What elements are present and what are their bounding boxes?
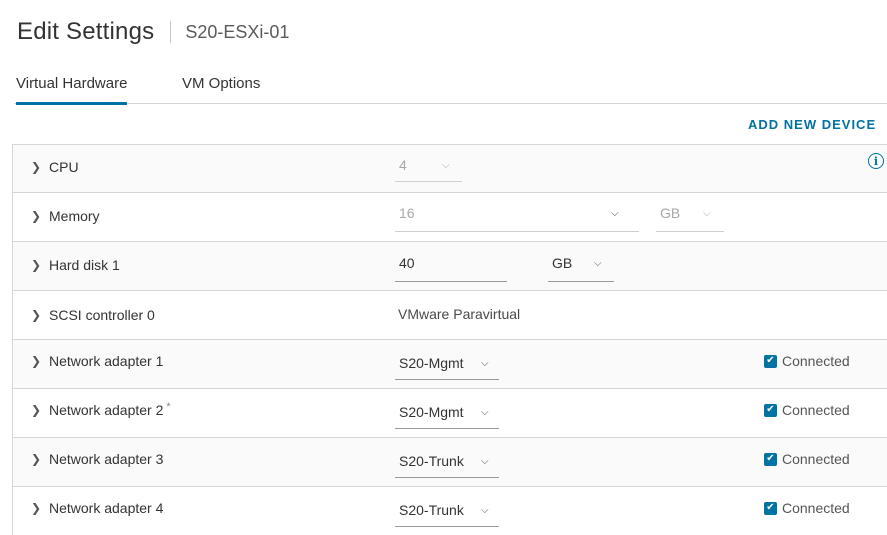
checkbox-checked-icon[interactable]: ✔	[764, 452, 777, 466]
hardware-row-scsi-controller: ❯ SCSI controller 0 VMware Paravirtual	[13, 291, 887, 340]
chevron-down-icon: ⌵	[703, 208, 711, 219]
connected-label: Connected	[782, 451, 850, 467]
checkbox-checked-icon[interactable]: ✔	[764, 403, 777, 417]
cpu-expander[interactable]: ❯ CPU	[31, 159, 79, 175]
chevron-down-icon: ⌵	[611, 208, 619, 219]
hardware-list: ❯ CPU 4 ⌵ ❯ Memory 16 ⌵ GB ⌵ ❯ Hard disk…	[12, 144, 887, 535]
chevron-down-icon: ⌵	[481, 456, 489, 467]
network-adapter-3-network-select[interactable]: S20-Trunk ⌵	[395, 453, 499, 478]
dialog-header: Edit Settings S20-ESXi-01	[17, 14, 289, 50]
chevron-right-icon: ❯	[31, 308, 42, 322]
scsi-controller-type: VMware Paravirtual	[398, 306, 521, 322]
chevron-right-icon: ❯	[31, 209, 42, 223]
network-adapter-2-network-select[interactable]: S20-Mgmt ⌵	[395, 404, 499, 429]
network-adapter-label: Network adapter 1	[49, 353, 164, 369]
modified-marker: *	[166, 401, 171, 413]
hard-disk-unit-value: GB	[552, 255, 573, 271]
memory-unit-value: GB	[660, 205, 681, 221]
cpu-count-select[interactable]: 4 ⌵	[395, 157, 462, 182]
chevron-down-icon: ⌵	[481, 505, 489, 516]
chevron-down-icon: ⌵	[442, 160, 450, 171]
network-adapter-4-network-select[interactable]: S20-Trunk ⌵	[395, 502, 499, 527]
network-adapter-2-expander[interactable]: ❯ Network adapter 2 *	[31, 401, 171, 418]
connected-label: Connected	[782, 500, 850, 516]
network-adapter-1-network-select[interactable]: S20-Mgmt ⌵	[395, 355, 499, 380]
hardware-row-network-adapter-3: ❯ Network adapter 3 S20-Trunk ⌵ ✔ Connec…	[13, 438, 887, 487]
network-adapter-label: Network adapter 2	[49, 402, 164, 418]
chevron-down-icon: ⌵	[481, 358, 489, 369]
hardware-row-cpu: ❯ CPU 4 ⌵	[13, 145, 887, 193]
vm-name: S20-ESXi-01	[185, 21, 290, 42]
scsi-controller-expander[interactable]: ❯ SCSI controller 0	[31, 307, 155, 323]
hard-disk-expander[interactable]: ❯ Hard disk 1	[31, 257, 120, 273]
chevron-right-icon: ❯	[31, 258, 42, 272]
cpu-count-value: 4	[399, 157, 407, 173]
chevron-right-icon: ❯	[31, 403, 42, 417]
hard-disk-size-input[interactable]: 40	[395, 255, 507, 282]
hardware-row-network-adapter-4: ❯ Network adapter 4 S20-Trunk ⌵ ✔ Connec…	[13, 487, 887, 535]
network-adapter-3-connected[interactable]: ✔ Connected	[764, 451, 850, 467]
chevron-right-icon: ❯	[31, 354, 42, 368]
memory-unit-select[interactable]: GB ⌵	[656, 205, 724, 232]
scsi-controller-label: SCSI controller 0	[49, 307, 155, 323]
checkbox-checked-icon[interactable]: ✔	[764, 354, 777, 368]
connected-label: Connected	[782, 402, 850, 418]
network-adapter-3-expander[interactable]: ❯ Network adapter 3	[31, 451, 166, 467]
memory-expander[interactable]: ❯ Memory	[31, 208, 100, 224]
title-separator	[170, 21, 172, 43]
dialog-title: Edit Settings	[17, 18, 155, 45]
hardware-row-memory: ❯ Memory 16 ⌵ GB ⌵	[13, 193, 887, 242]
network-adapter-1-connected[interactable]: ✔ Connected	[764, 353, 850, 369]
network-adapter-4-expander[interactable]: ❯ Network adapter 4	[31, 500, 166, 516]
hardware-row-network-adapter-1: ❯ Network adapter 1 S20-Mgmt ⌵ ✔ Connect…	[13, 340, 887, 389]
chevron-down-icon: ⌵	[594, 258, 602, 269]
connected-label: Connected	[782, 353, 850, 369]
chevron-right-icon: ❯	[31, 501, 42, 515]
hard-disk-unit-select[interactable]: GB ⌵	[548, 255, 614, 282]
network-adapter-2-connected[interactable]: ✔ Connected	[764, 402, 850, 418]
network-adapter-1-expander[interactable]: ❯ Network adapter 1	[31, 353, 166, 369]
add-new-device-button[interactable]: ADD NEW DEVICE	[748, 117, 876, 132]
cpu-label: CPU	[49, 159, 79, 175]
memory-size-input[interactable]: 16 ⌵	[395, 205, 639, 232]
chevron-down-icon: ⌵	[481, 407, 489, 418]
tab-bar: Virtual Hardware VM Options	[14, 72, 887, 105]
network-name: S20-Mgmt	[399, 404, 464, 420]
hard-disk-label: Hard disk 1	[49, 257, 120, 273]
network-adapter-4-connected[interactable]: ✔ Connected	[764, 500, 850, 516]
network-name: S20-Trunk	[399, 453, 464, 469]
hardware-row-hard-disk: ❯ Hard disk 1 40 GB ⌵	[13, 242, 887, 291]
network-adapter-label: Network adapter 3	[49, 451, 164, 467]
tab-virtual-hardware[interactable]: Virtual Hardware	[16, 75, 128, 105]
hard-disk-size-value: 40	[399, 255, 415, 271]
checkbox-checked-icon[interactable]: ✔	[764, 501, 777, 515]
network-name: S20-Trunk	[399, 502, 464, 518]
chevron-right-icon: ❯	[31, 452, 42, 466]
info-icon[interactable]: i	[868, 153, 884, 169]
memory-label: Memory	[49, 208, 100, 224]
hardware-row-network-adapter-2: ❯ Network adapter 2 * S20-Mgmt ⌵ ✔ Conne…	[13, 389, 887, 438]
network-adapter-label: Network adapter 4	[49, 500, 164, 516]
memory-size-value: 16	[399, 205, 415, 221]
tab-vm-options[interactable]: VM Options	[182, 75, 260, 102]
network-name: S20-Mgmt	[399, 355, 464, 371]
chevron-right-icon: ❯	[31, 160, 42, 174]
